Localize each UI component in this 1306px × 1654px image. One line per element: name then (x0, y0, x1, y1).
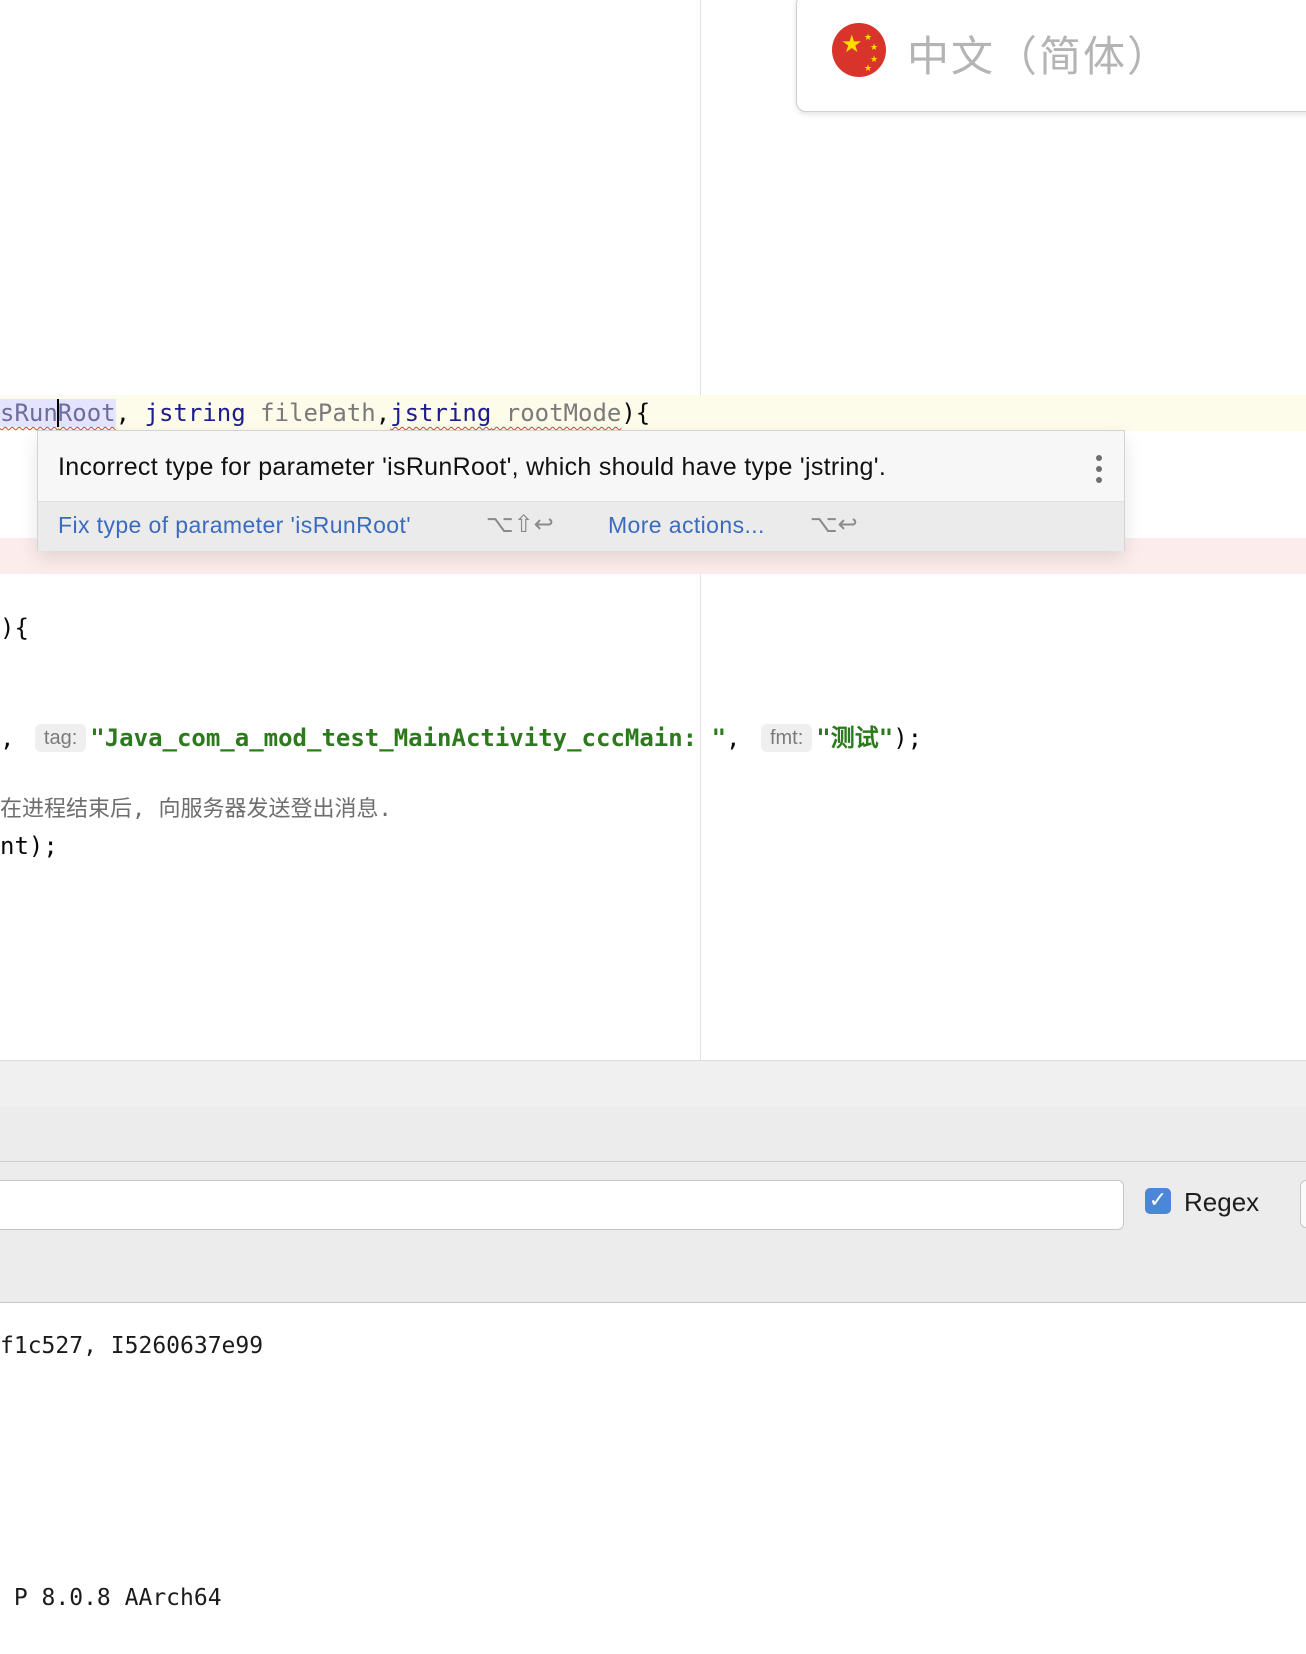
regex-checkbox[interactable]: ✓ (1145, 1188, 1171, 1214)
regex-label[interactable]: Regex (1184, 1187, 1259, 1218)
log-line: P 8.0.8 AArch64 (0, 1585, 222, 1611)
more-actions-link[interactable]: More actions... (608, 512, 765, 539)
type-keyword: jstring (144, 399, 246, 427)
tool-window-header (0, 1060, 1306, 1108)
inlay-hint-tag: tag: (34, 724, 87, 752)
param-name-selected: sRunRoot (0, 399, 116, 427)
string-literal: "Java_com_a_mod_test_MainActivity_cccMai… (90, 724, 727, 752)
log-line: f1c527, I5260637e99 (0, 1333, 264, 1359)
log-output[interactable]: f1c527, I5260637e99 P 8.0.8 AArch64 (0, 1303, 1306, 1654)
error-tooltip: Incorrect type for parameter 'isRunRoot'… (37, 430, 1125, 551)
fix-shortcut-hint: ⌥⇧↩ (486, 510, 554, 538)
input-language-popup[interactable]: ★ ★ ★ ★ ★ 中文（简体） (796, 0, 1306, 112)
language-label: 中文（简体） (907, 33, 1172, 80)
checkmark-icon: ✓ (1148, 1188, 1168, 1213)
string-literal: "测试" (816, 724, 894, 752)
type-keyword: jstring (390, 399, 492, 427)
china-flag-icon: ★ ★ ★ ★ ★ (832, 23, 886, 77)
fix-type-link[interactable]: Fix type of parameter 'isRunRoot' (58, 512, 411, 539)
filter-options-button[interactable] (1300, 1180, 1306, 1228)
quick-fix-bar: Fix type of parameter 'isRunRoot' ⌥⇧↩ Mo… (38, 501, 1124, 551)
code-comment[interactable]: 在进程结束后, 向服务器发送登出消息. (0, 792, 392, 828)
param-name: rootMode (491, 399, 622, 427)
code-line[interactable]: ){ (0, 610, 29, 646)
ide-window: sRunRoot, jstring filePath,jstring rootM… (0, 0, 1306, 1654)
code-line[interactable]: nt); (0, 828, 58, 864)
code-line-signature[interactable]: sRunRoot, jstring filePath,jstring rootM… (0, 395, 650, 431)
error-message: Incorrect type for parameter 'isRunRoot'… (58, 453, 887, 481)
param-name: filePath (245, 399, 376, 427)
inlay-hint-fmt: fmt: (760, 724, 813, 752)
filter-bar: ✓ Regex (0, 1162, 1306, 1303)
filter-input[interactable] (0, 1180, 1124, 1230)
tool-window-toolbar (0, 1107, 1306, 1162)
more-options-icon[interactable] (1096, 455, 1102, 483)
code-line-log-call[interactable]: , tag: "Java_com_a_mod_test_MainActivity_… (0, 720, 922, 756)
more-actions-shortcut-hint: ⌥↩ (810, 510, 858, 538)
